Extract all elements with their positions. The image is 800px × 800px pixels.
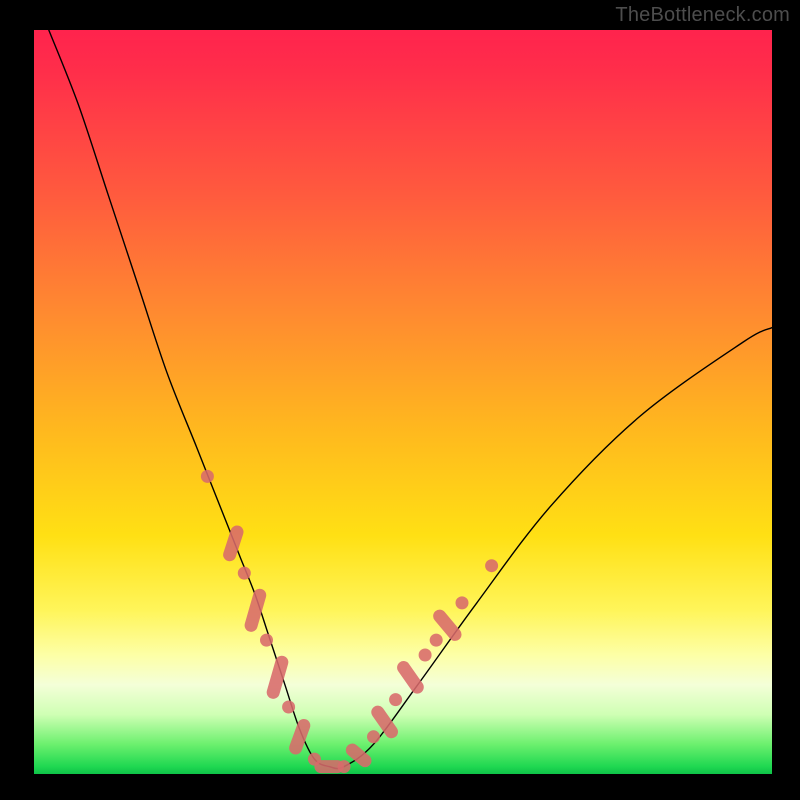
bottleneck-curve (49, 30, 772, 769)
marker-pill (243, 587, 268, 633)
highlight-markers (201, 470, 498, 773)
marker-dot (282, 701, 295, 714)
marker-dot (201, 470, 214, 483)
marker-dot (389, 693, 402, 706)
marker-dot (260, 634, 273, 647)
marker-dot (338, 760, 351, 773)
marker-dot (485, 559, 498, 572)
plot-area (34, 30, 772, 774)
marker-dot (456, 596, 469, 609)
marker-dot (367, 730, 380, 743)
chart-frame: TheBottleneck.com (0, 0, 800, 800)
curve-svg (34, 30, 772, 774)
watermark-text: TheBottleneck.com (615, 4, 790, 27)
marker-dot (238, 567, 251, 580)
marker-pill (221, 524, 245, 563)
marker-dot (430, 634, 443, 647)
marker-pill (395, 658, 427, 696)
marker-pill (265, 654, 290, 700)
marker-dot (419, 649, 432, 662)
